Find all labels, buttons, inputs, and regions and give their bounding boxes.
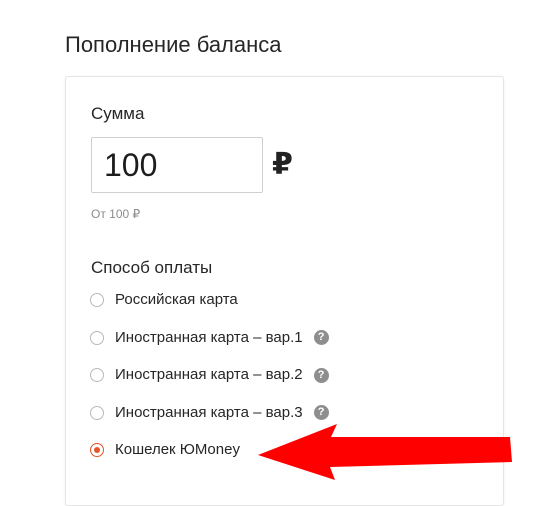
payment-option-foreign-card-1[interactable]: Иностранная карта – вар.1 ? — [90, 328, 329, 348]
payment-option-russian-card[interactable]: Российская карта — [90, 290, 329, 310]
payment-option-label: Иностранная карта – вар.3 — [115, 403, 303, 421]
radio-button[interactable] — [90, 405, 104, 420]
radio-button[interactable] — [90, 330, 104, 345]
amount-min-hint: От 100 ₽ — [91, 207, 141, 221]
payment-option-label: Иностранная карта – вар.2 — [115, 366, 303, 383]
radio-button[interactable] — [90, 368, 104, 382]
payment-method-label: Способ оплаты — [91, 258, 213, 277]
payment-option-foreign-card-3[interactable]: Иностранная карта – вар.3 ? — [90, 403, 329, 423]
currency-ruble-icon: ₽ — [272, 148, 293, 181]
payment-option-label: Кошелек ЮMoney — [115, 441, 240, 458]
help-icon[interactable]: ? — [313, 405, 329, 420]
payment-option-label: Иностранная карта – вар.1 — [115, 328, 303, 346]
payment-method-list: Российская карта Иностранная карта – вар… — [90, 290, 329, 478]
payment-option-label: Российская карта — [115, 291, 238, 308]
page-title: Пополнение баланса — [65, 32, 282, 57]
amount-input[interactable] — [91, 137, 263, 193]
payment-option-foreign-card-2[interactable]: Иностранная карта – вар.2 ? — [90, 365, 329, 385]
radio-button-selected[interactable] — [90, 443, 104, 457]
radio-button[interactable] — [90, 293, 104, 307]
help-icon[interactable]: ? — [313, 367, 329, 383]
help-icon[interactable]: ? — [313, 330, 329, 345]
balance-topup-card: Сумма ₽ От 100 ₽ Способ оплаты Российска… — [65, 76, 504, 506]
payment-option-yoomoney[interactable]: Кошелек ЮMoney — [90, 440, 329, 460]
amount-label: Сумма — [91, 104, 145, 123]
